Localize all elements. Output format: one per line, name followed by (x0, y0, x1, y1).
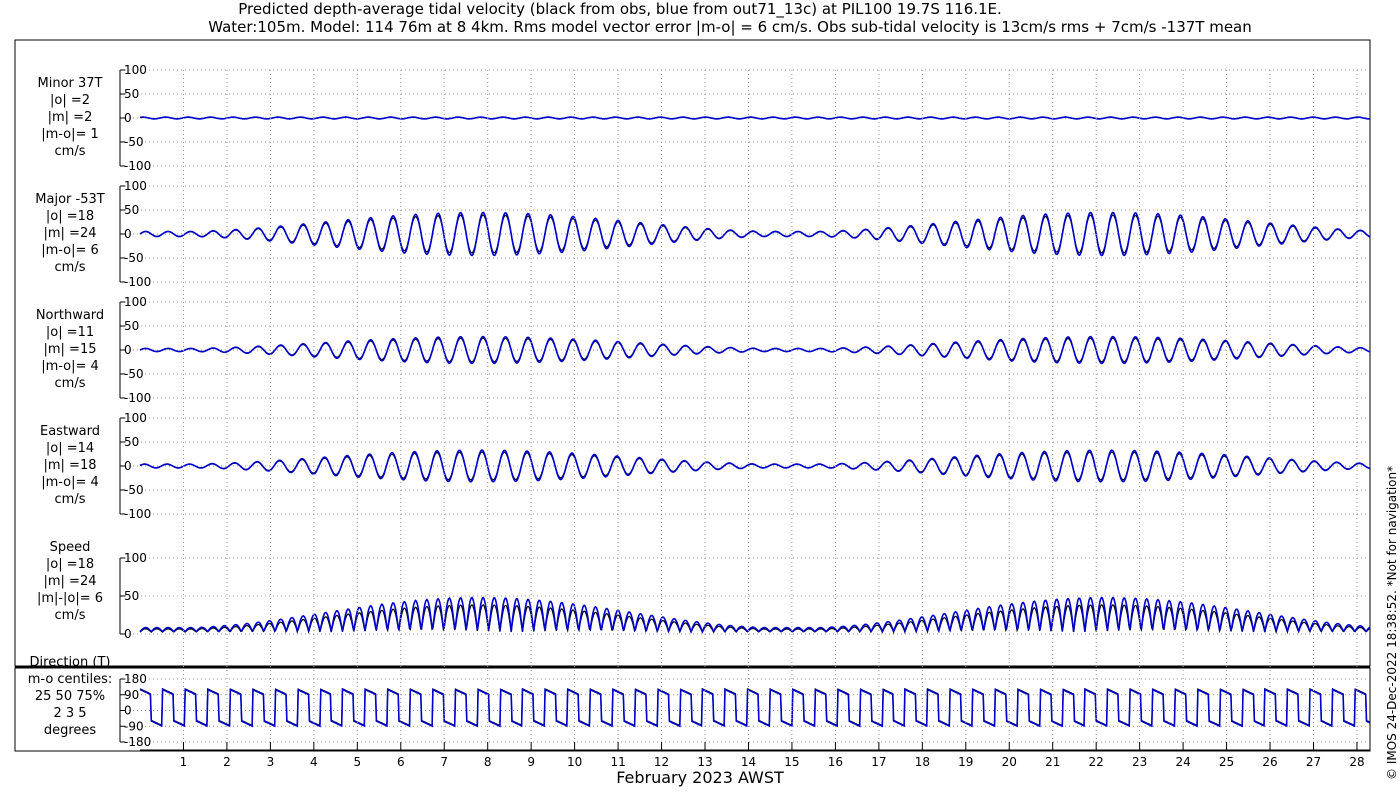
eastward-y-tick-label: 0 (124, 459, 132, 473)
x-tick-label: 19 (958, 755, 973, 769)
x-tick-label: 15 (784, 755, 799, 769)
eastward-y-tick-label: -100 (124, 507, 151, 521)
direction-y-tick-label: 90 (124, 688, 139, 702)
major-y-tick-label: 0 (124, 227, 132, 241)
x-tick-label: 9 (527, 755, 535, 769)
speed-model-series (139, 596, 1371, 635)
minor-y-tick-label: -50 (124, 135, 144, 149)
northward-y-tick-label: 0 (124, 343, 132, 357)
x-tick-label: 3 (267, 755, 275, 769)
x-tick-label: 8 (484, 755, 492, 769)
eastward-y-tick-label: 50 (124, 435, 139, 449)
x-tick-label: 16 (828, 755, 843, 769)
speed-y-tick-label: 50 (124, 589, 139, 603)
x-tick-label: 25 (1219, 755, 1234, 769)
x-tick-label: 14 (741, 755, 756, 769)
x-tick-label: 18 (915, 755, 930, 769)
minor-model-series (139, 116, 1371, 120)
upper-frame (14, 39, 1371, 667)
major-y-tick-label: -50 (124, 251, 144, 265)
x-tick-label: 6 (397, 755, 405, 769)
x-tick-label: 20 (1002, 755, 1017, 769)
minor-y-tick-label: 100 (124, 63, 147, 77)
x-tick-label: 4 (310, 755, 318, 769)
x-tick-label: 23 (1132, 755, 1147, 769)
x-tick-label: 27 (1306, 755, 1321, 769)
northward-y-tick-label: -50 (124, 367, 144, 381)
minor-y-tick-label: 50 (124, 87, 139, 101)
x-tick-label: 21 (1045, 755, 1060, 769)
eastward-y-tick-label: 100 (124, 411, 147, 425)
direction-y-tick-label: 0 (124, 704, 132, 718)
eastward-y-tick-label: -50 (124, 483, 144, 497)
major-y-tick-label: -100 (124, 275, 151, 289)
minor-y-tick-label: -100 (124, 159, 151, 173)
direction-model-series (139, 688, 1371, 728)
major-y-tick-label: 50 (124, 203, 139, 217)
x-tick-label: 28 (1349, 755, 1364, 769)
direction-y-tick-label: -180 (124, 735, 151, 749)
direction-y-tick-label: -90 (124, 719, 144, 733)
x-tick-label: 1 (180, 755, 188, 769)
copyright-notice: © IMOS 24-Dec-2022 18:38:52. *Not for na… (1385, 465, 1399, 780)
x-tick-label: 2 (223, 755, 231, 769)
x-tick-label: 10 (567, 755, 582, 769)
x-tick-label: 17 (871, 755, 886, 769)
x-tick-label: 12 (654, 755, 669, 769)
x-tick-label: 24 (1175, 755, 1190, 769)
speed-y-tick-label: 100 (124, 551, 147, 565)
speed-y-tick-label: 0 (124, 627, 132, 641)
northward-y-tick-label: -100 (124, 391, 151, 405)
eastward-model-series (139, 449, 1371, 483)
northward-y-tick-label: 100 (124, 295, 147, 309)
direction-y-tick-label: 180 (124, 672, 147, 686)
major-y-tick-label: 100 (124, 179, 147, 193)
x-tick-label: 13 (697, 755, 712, 769)
minor-y-tick-label: 0 (124, 111, 132, 125)
x-tick-label: 7 (440, 755, 448, 769)
x-tick-label: 5 (353, 755, 361, 769)
x-tick-label: 22 (1089, 755, 1104, 769)
northward-y-tick-label: 50 (124, 319, 139, 333)
major-model-series (139, 211, 1371, 257)
x-axis-label: February 2023 AWST (616, 768, 784, 787)
northward-model-series (139, 335, 1371, 365)
x-tick-label: 11 (610, 755, 625, 769)
tidal-velocity-chart: 100500-50-100100500-50-100100500-50-1001… (14, 39, 1371, 769)
x-tick-label: 26 (1262, 755, 1277, 769)
